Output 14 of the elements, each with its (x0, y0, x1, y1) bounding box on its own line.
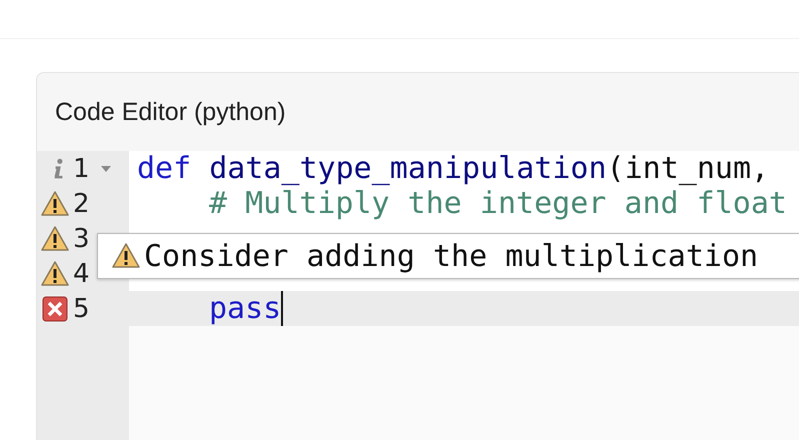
warning-icon (41, 260, 69, 286)
line-number: 2 (73, 188, 91, 218)
line-number: 5 (73, 294, 91, 324)
warning-icon (41, 226, 69, 252)
fold-arrow-icon[interactable] (101, 166, 111, 172)
warning-icon (41, 190, 69, 216)
info-icon (53, 156, 65, 180)
tooltip-text: Consider adding the multiplication (144, 238, 758, 274)
line-number: 1 (73, 154, 91, 184)
panel-title: Code Editor (python) (55, 98, 286, 126)
error-icon (42, 296, 68, 322)
line-number: 4 (73, 258, 91, 288)
warning-icon (112, 243, 140, 269)
line-number: 3 (73, 224, 91, 254)
